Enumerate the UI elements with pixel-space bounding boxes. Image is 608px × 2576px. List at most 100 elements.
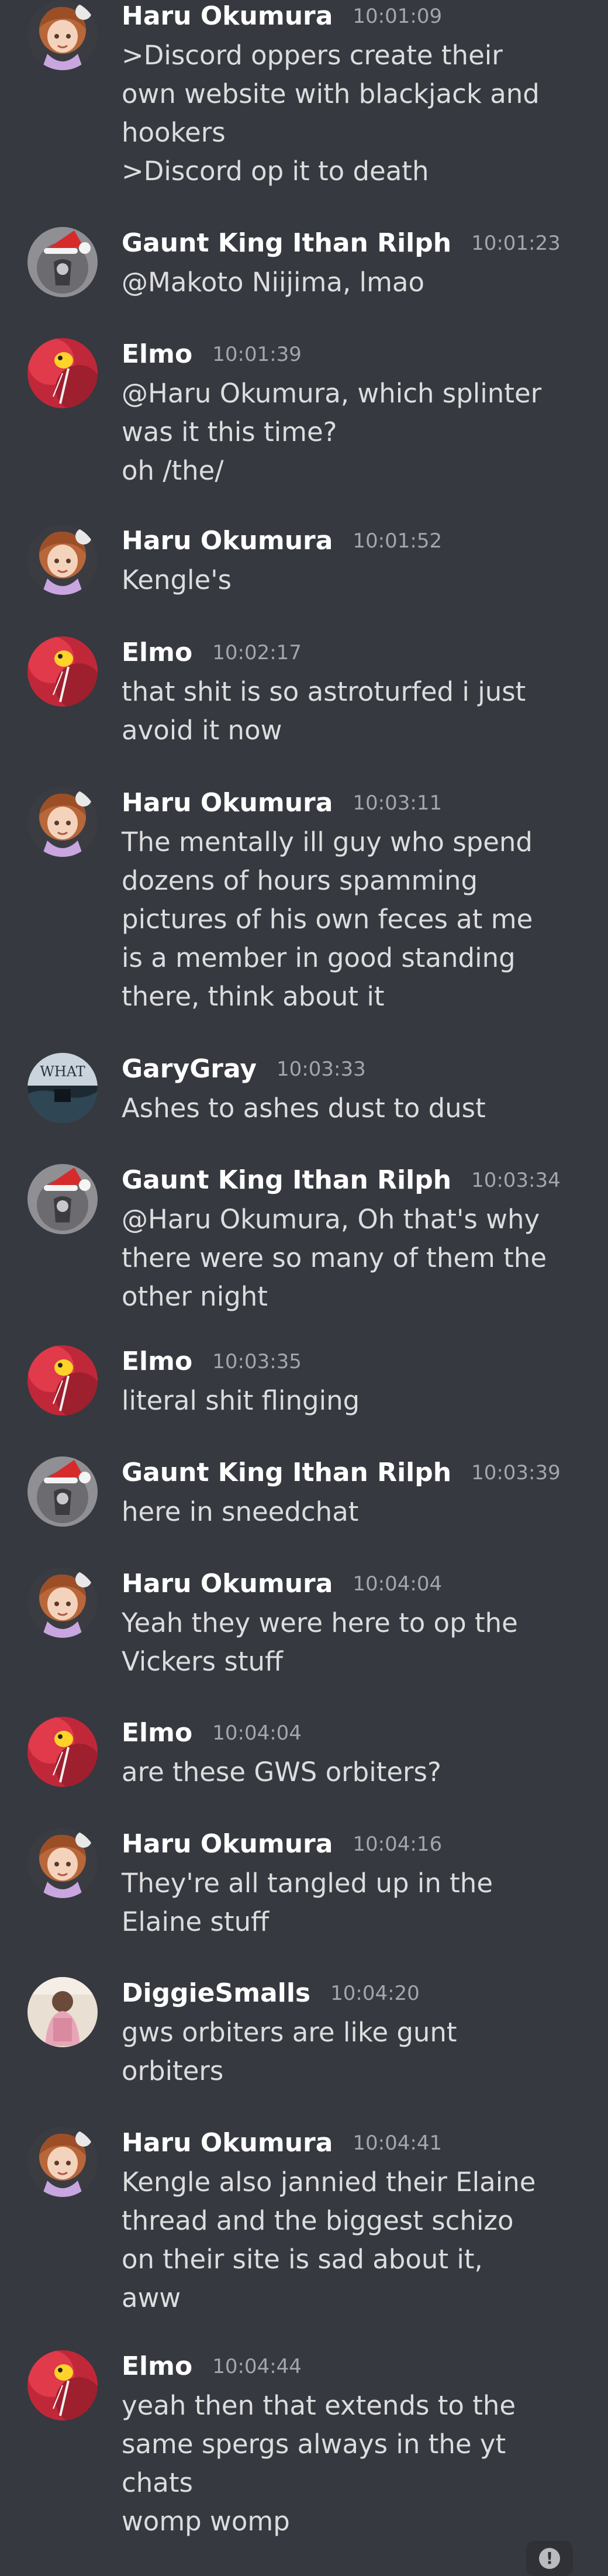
haru-avatar[interactable] — [27, 1828, 98, 1898]
message-body: They're all tangled up in the Elaine stuf… — [122, 1864, 578, 1941]
message-line: was it this time? — [122, 416, 337, 447]
timestamp: 10:01:52 — [353, 529, 443, 553]
author-name[interactable]: Haru Okumura — [122, 0, 333, 33]
message-line: orbiters — [122, 2055, 224, 2086]
haru-avatar[interactable] — [27, 0, 98, 70]
timestamp: 10:01:39 — [212, 343, 302, 366]
message-line: aww — [122, 2282, 181, 2313]
timestamp: 10:03:11 — [353, 791, 443, 815]
timestamp: 10:04:04 — [353, 1572, 443, 1596]
exclamation-icon: ! — [539, 2548, 560, 2569]
message-body: >Discord oppers create their own website … — [122, 36, 578, 191]
diggie-avatar[interactable] — [27, 1977, 98, 2047]
message-header: Gaunt King Ithan Rilph 10:03:34 — [122, 1164, 561, 1197]
message-header: Elmo 10:04:44 — [122, 2350, 302, 2383]
timestamp: 10:04:20 — [330, 1982, 420, 2005]
author-name[interactable]: Elmo — [122, 338, 192, 371]
message-line: yeah then that extends to the — [122, 2390, 516, 2421]
timestamp: 10:03:39 — [471, 1461, 561, 1485]
timestamp: 10:01:23 — [471, 232, 561, 255]
message-line: other night — [122, 1281, 268, 1312]
timestamp: 10:01:09 — [353, 5, 443, 28]
message-line: own website with blackjack and — [122, 78, 540, 109]
author-name[interactable]: Haru Okumura — [122, 1568, 333, 1600]
message-line: chats — [122, 2467, 193, 2498]
author-name[interactable]: Haru Okumura — [122, 525, 333, 557]
message-line: here in sneedchat — [122, 1496, 359, 1527]
gary-avatar[interactable]: WHAT — [27, 1053, 98, 1123]
elmo-avatar[interactable] — [27, 636, 98, 707]
message-header: Haru Okumura 10:03:11 — [122, 787, 442, 819]
svg-text:WHAT: WHAT — [40, 1063, 85, 1080]
elmo-avatar[interactable] — [27, 1717, 98, 1787]
timestamp: 10:03:34 — [471, 1169, 561, 1192]
timestamp: 10:04:04 — [212, 1721, 302, 1745]
haru-avatar[interactable] — [27, 2127, 98, 2197]
message-body: @Makoto Niijima, lmao — [122, 263, 578, 302]
message-line: @Makoto Niijima, lmao — [122, 267, 425, 298]
message-body: here in sneedchat — [122, 1493, 578, 1531]
message-body: Yeah they were here to op the Vickers stu… — [122, 1604, 578, 1681]
elmo-avatar[interactable] — [27, 1345, 98, 1416]
message-body: literal shit flinging — [122, 1382, 578, 1420]
message-body: are these GWS orbiters? — [122, 1753, 578, 1792]
message-line: thread and the biggest schizo — [122, 2205, 514, 2236]
author-name[interactable]: Elmo — [122, 2350, 192, 2383]
chat-log: Haru Okumura 10:01:09 >Discord oppers crea… — [0, 0, 608, 2568]
message-header: Gaunt King Ithan Rilph 10:03:39 — [122, 1456, 561, 1489]
message-header: Haru Okumura 10:01:09 — [122, 0, 442, 33]
message-header: Elmo 10:01:39 — [122, 338, 302, 371]
message-header: Haru Okumura 10:04:16 — [122, 1828, 442, 1861]
author-name[interactable]: Gaunt King Ithan Rilph — [122, 1164, 451, 1197]
scroll-badge[interactable]: ! — [526, 2541, 573, 2576]
author-name[interactable]: Haru Okumura — [122, 2127, 333, 2160]
ithan-avatar[interactable] — [27, 227, 98, 297]
message-body: Kengle also jannied their Elaine thread a… — [122, 2163, 578, 2317]
message-header: Elmo 10:04:04 — [122, 1717, 302, 1750]
message-line: >Discord oppers create their — [122, 40, 503, 71]
author-name[interactable]: Elmo — [122, 636, 192, 669]
author-name[interactable]: Elmo — [122, 1345, 192, 1378]
message-line: hookers — [122, 117, 226, 148]
message-line: pictures of his own feces at me — [122, 904, 533, 935]
haru-avatar[interactable] — [27, 787, 98, 857]
haru-avatar[interactable] — [27, 1568, 98, 1638]
message-line: there, think about it — [122, 981, 385, 1012]
author-name[interactable]: Gaunt King Ithan Rilph — [122, 1456, 451, 1489]
message-body: yeah then that extends to the same spergs… — [122, 2386, 578, 2541]
message-header: Haru Okumura 10:04:04 — [122, 1568, 442, 1600]
author-name[interactable]: GaryGray — [122, 1053, 257, 1086]
author-name[interactable]: DiggieSmalls — [122, 1977, 310, 2010]
message-line: @Haru Okumura, which splinter — [122, 378, 542, 409]
ithan-avatar[interactable] — [27, 1456, 98, 1527]
timestamp: 10:02:17 — [212, 641, 302, 664]
message-line: Kengle's — [122, 564, 232, 595]
haru-avatar[interactable] — [27, 525, 98, 595]
message-header: Haru Okumura 10:04:41 — [122, 2127, 442, 2160]
message-body: that shit is so astroturfed i just avoid … — [122, 673, 578, 750]
message-line: literal shit flinging — [122, 1385, 360, 1416]
author-name[interactable]: Haru Okumura — [122, 787, 333, 819]
message-line: Yeah they were here to op the — [122, 1607, 518, 1638]
message-line: gws orbiters are like gunt — [122, 2017, 457, 2048]
message-line: avoid it now — [122, 715, 282, 746]
author-name[interactable]: Gaunt King Ithan Rilph — [122, 227, 451, 260]
author-name[interactable]: Elmo — [122, 1717, 192, 1750]
message-line: womp womp — [122, 2506, 290, 2537]
ithan-avatar[interactable] — [27, 1164, 98, 1234]
elmo-avatar[interactable] — [27, 338, 98, 408]
message-line: is a member in good standing — [122, 942, 516, 973]
message-line: They're all tangled up in the — [122, 1868, 493, 1899]
elmo-avatar[interactable] — [27, 2350, 98, 2420]
message-header: Elmo 10:02:17 — [122, 636, 302, 669]
timestamp: 10:03:35 — [212, 1350, 302, 1373]
message-line: on their site is sad about it, — [122, 2244, 483, 2275]
message-line: there were so many of them the — [122, 1242, 547, 1273]
author-name[interactable]: Haru Okumura — [122, 1828, 333, 1861]
message-body: @Haru Okumura, which splinter was it this… — [122, 374, 578, 490]
timestamp: 10:03:33 — [277, 1058, 366, 1081]
message-body: Ashes to ashes dust to dust — [122, 1089, 578, 1128]
message-line: @Haru Okumura, Oh that's why — [122, 1204, 540, 1235]
message-body: @Haru Okumura, Oh that's why there were s… — [122, 1200, 578, 1316]
message-line: oh /the/ — [122, 455, 224, 486]
